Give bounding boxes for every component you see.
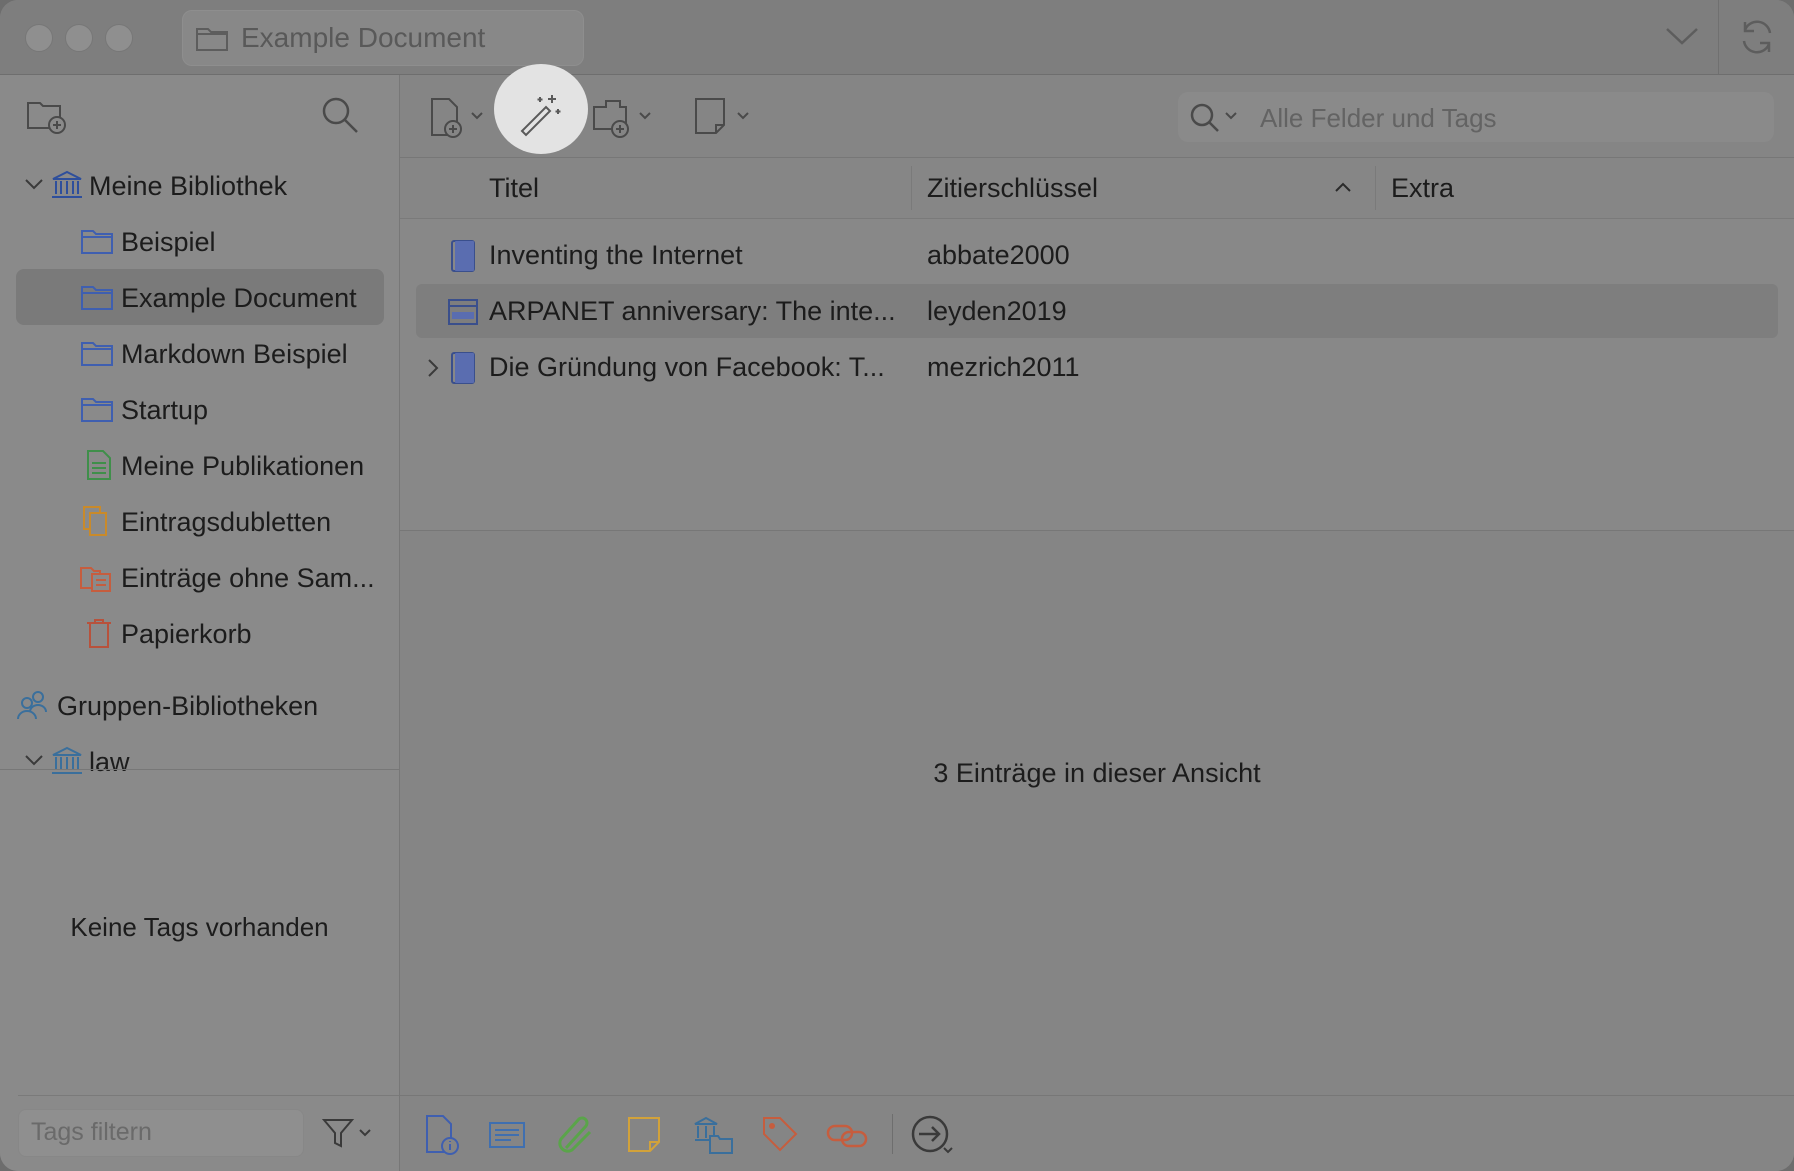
zoom-window-button[interactable] xyxy=(105,24,133,52)
collection-tree: Meine Bibliothek Beispiel Example Docume… xyxy=(0,157,399,845)
sidebar-item-label: Meine Publikationen xyxy=(121,451,365,481)
search-box xyxy=(1178,92,1774,144)
unfiled-items-icon xyxy=(80,567,111,592)
abstract-icon[interactable] xyxy=(488,1114,528,1156)
sidebar-item-label: Beispiel xyxy=(121,227,216,257)
table-row[interactable]: Inventing the Internet abbate2000 xyxy=(416,228,1778,282)
sidebar-item-unfiled[interactable]: Einträge ohne Sam... xyxy=(0,549,399,605)
sidebar-item-trash[interactable]: Papierkorb xyxy=(0,605,399,661)
item-count-message: 3 Einträge in dieser Ansicht xyxy=(933,758,1261,788)
search-icon[interactable] xyxy=(320,95,360,135)
search-icon[interactable] xyxy=(1188,101,1250,135)
folder-icon xyxy=(81,230,113,254)
document-icon xyxy=(87,450,111,480)
duplicate-items-icon xyxy=(83,506,107,536)
column-header-extra[interactable]: Extra xyxy=(1391,158,1454,218)
sidebar-item-label: Meine Bibliothek xyxy=(89,171,288,201)
folder-icon xyxy=(81,398,113,422)
magic-wand-icon[interactable] xyxy=(516,91,566,139)
chevron-down-icon[interactable] xyxy=(1664,24,1700,48)
items-toolbar xyxy=(400,64,1794,158)
column-header-title[interactable]: Titel xyxy=(489,158,539,218)
folder-icon xyxy=(81,286,113,310)
related-icon[interactable] xyxy=(826,1114,870,1156)
item-pane-toolbar xyxy=(400,1095,1794,1171)
sidebar-item-group-libraries[interactable]: Gruppen-Bibliotheken xyxy=(0,677,399,733)
sidebar-item-my-publications[interactable]: Meine Publikationen xyxy=(0,437,399,493)
window-title-tab[interactable]: Example Document xyxy=(182,10,584,66)
group-icon xyxy=(17,691,47,720)
new-item-icon[interactable] xyxy=(428,95,488,139)
sidebar-toolbar xyxy=(0,75,399,157)
item-title: ARPANET anniversary: The inte... xyxy=(489,296,896,326)
item-citation-key: mezrich2011 xyxy=(927,352,1080,382)
item-title: Inventing the Internet xyxy=(489,240,743,270)
chevron-down-icon[interactable] xyxy=(24,753,44,767)
sidebar-item-law[interactable]: law xyxy=(0,733,399,789)
locate-icon[interactable] xyxy=(910,1114,954,1156)
tag-icon[interactable] xyxy=(760,1114,800,1156)
item-citation-key: leyden2019 xyxy=(927,296,1067,326)
window-title: Example Document xyxy=(241,22,486,53)
sidebar-item-beispiel[interactable]: Beispiel xyxy=(0,213,399,269)
attachment-icon[interactable] xyxy=(556,1114,596,1156)
book-icon xyxy=(451,240,475,272)
sidebar-item-label: Papierkorb xyxy=(121,619,252,649)
library-icon xyxy=(52,170,82,198)
new-note-icon[interactable] xyxy=(692,95,758,139)
sidebar-item-startup[interactable]: Startup xyxy=(0,381,399,437)
items-table: Titel Zitierschlüssel Extra Inventing th… xyxy=(400,158,1794,530)
sidebar-item-my-library[interactable]: Meine Bibliothek xyxy=(0,157,399,213)
sort-ascending-icon[interactable] xyxy=(1333,180,1353,194)
filter-icon[interactable] xyxy=(322,1117,374,1151)
book-icon xyxy=(451,352,475,384)
sidebar-item-label: Einträge ohne Sam... xyxy=(121,563,375,593)
tag-filter-box xyxy=(18,1109,304,1157)
folder-icon xyxy=(196,28,228,51)
table-header: Titel Zitierschlüssel Extra xyxy=(400,158,1794,219)
no-tags-message: Keine Tags vorhanden xyxy=(70,912,329,942)
new-collection-icon[interactable] xyxy=(26,97,68,135)
note-icon[interactable] xyxy=(626,1114,666,1156)
main-pane: Titel Zitierschlüssel Extra Inventing th… xyxy=(400,64,1794,1171)
table-row[interactable]: ARPANET anniversary: The inte... leyden2… xyxy=(416,284,1778,338)
app-window: Example Document Meine Bibliothek Beispi… xyxy=(0,0,1794,1171)
close-window-button[interactable] xyxy=(25,24,53,52)
table-row[interactable]: Die Gründung von Facebook: T... mezrich2… xyxy=(416,340,1778,394)
chevron-right-icon[interactable] xyxy=(426,358,440,378)
webpage-icon xyxy=(448,299,478,325)
info-icon[interactable] xyxy=(424,1114,464,1156)
sidebar-item-label: Eintragsdubletten xyxy=(121,507,332,537)
sidebar-item-label: Startup xyxy=(121,395,209,425)
sidebar-item-markdown-beispiel[interactable]: Markdown Beispiel xyxy=(0,325,399,381)
item-citation-key: abbate2000 xyxy=(927,240,1070,270)
sidebar-item-label: Markdown Beispiel xyxy=(121,339,348,369)
column-header-citation-key[interactable]: Zitierschlüssel xyxy=(927,158,1098,218)
trash-icon xyxy=(87,619,111,648)
item-title: Die Gründung von Facebook: T... xyxy=(489,352,885,382)
search-input[interactable] xyxy=(1258,92,1762,144)
minimize-window-button[interactable] xyxy=(65,24,93,52)
libraries-collections-icon[interactable] xyxy=(692,1114,736,1156)
sidebar-item-duplicates[interactable]: Eintragsdubletten xyxy=(0,493,399,549)
folder-icon xyxy=(81,342,113,366)
chevron-down-icon[interactable] xyxy=(24,177,44,191)
sidebar: Meine Bibliothek Beispiel Example Docume… xyxy=(0,75,400,1171)
title-bar: Example Document xyxy=(0,0,1794,75)
tag-filter-input[interactable] xyxy=(19,1110,303,1154)
sync-icon[interactable] xyxy=(1738,18,1776,56)
sidebar-item-label: law xyxy=(89,747,130,777)
library-icon xyxy=(52,746,82,774)
sidebar-item-label: Gruppen-Bibliotheken xyxy=(57,691,319,721)
sidebar-item-label: Example Document xyxy=(121,283,357,313)
add-attachment-icon[interactable] xyxy=(590,95,656,139)
sidebar-item-example-document[interactable]: Example Document xyxy=(0,269,399,325)
